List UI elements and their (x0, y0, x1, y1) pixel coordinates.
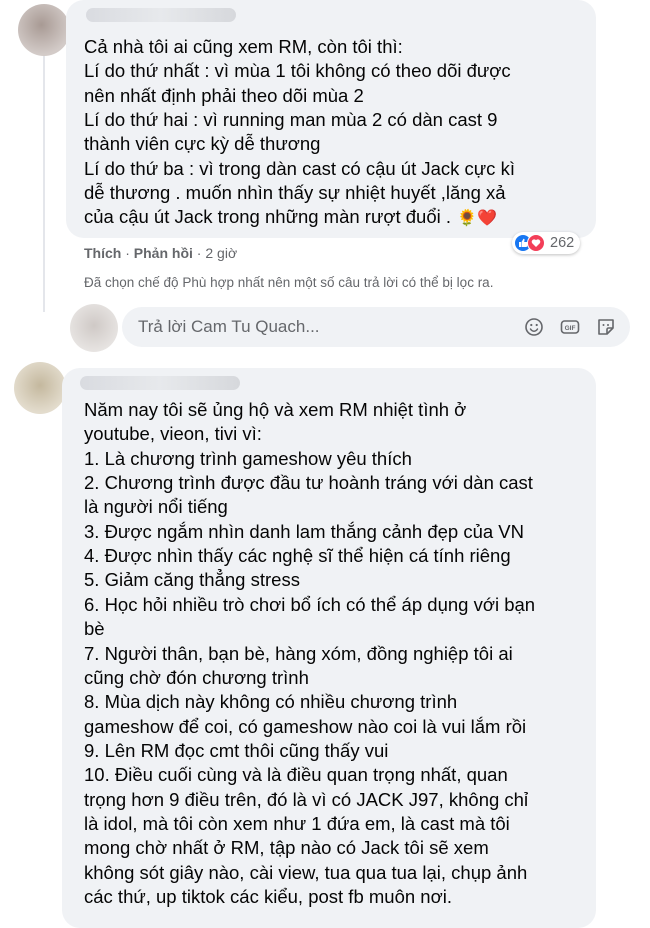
comment-emojis: 🌻❤️ (457, 210, 497, 228)
comment-line: youtube, vieon, tivi vì: (84, 422, 262, 446)
comment-line-text: 5. Giảm căng thẳng stress (84, 569, 300, 591)
comment-line: 8. Mùa dịch này không có nhiều chương tr… (84, 690, 457, 714)
separator: · (121, 245, 134, 261)
comment-line: là idol, mà tôi còn xem như 1 đứa em, là… (84, 812, 510, 836)
comment-line-text: mong chờ nhất ở RM, tập nào có Jack tôi … (84, 837, 489, 859)
reply-placeholder: Trả lời Cam Tu Quach... (138, 317, 320, 336)
svg-text:GIF: GIF (565, 325, 576, 332)
comment-line-text: 9. Lên RM đọc cmt thôi cũng thấy vui (84, 739, 389, 761)
comment-line-text: là idol, mà tôi còn xem như 1 đứa em, là… (84, 812, 510, 834)
comment-line-text: Cả nhà tôi ai cũng xem RM, còn tôi thì: (84, 36, 403, 57)
comment-line: 3. Được ngắm nhìn danh lam thắng cảnh đẹ… (84, 520, 524, 544)
comment-line-text: bè (84, 618, 105, 640)
comment-line: không sót giây nào, cài view, tua qua tu… (84, 861, 527, 885)
comment-line: của cậu út Jack trong những màn rượt đuổ… (84, 205, 497, 231)
comment-time[interactable]: 2 giờ (205, 245, 237, 261)
comment-line-text: gameshow để coi, có gameshow nào coi là … (84, 715, 527, 737)
comment-line: Cả nhà tôi ai cũng xem RM, còn tôi thì: (84, 35, 403, 59)
comment-line-text: 8. Mùa dịch này không có nhiều chương tr… (84, 691, 458, 713)
comment-line-text: 6. Học hỏi nhiều trò chơi bổ ích có thể … (84, 593, 536, 615)
comment-line: Năm nay tôi sẽ ủng hộ và xem RM nhiệt tì… (84, 398, 466, 422)
comment-line: 10. Điều cuối cùng và là điều quan trọng… (84, 763, 508, 787)
comment-line: gameshow để coi, có gameshow nào coi là … (84, 715, 526, 739)
comment-line-text: Lí do thứ hai : vì running man mùa 2 có … (84, 108, 498, 130)
reply-input[interactable]: Trả lời Cam Tu Quach... GIF (122, 307, 630, 347)
like-button[interactable]: Thích (84, 245, 121, 261)
comment-line-text: cũng chờ đón chương trình (84, 666, 309, 688)
comment-line: Lí do thứ nhất : vì mùa 1 tôi không có t… (84, 59, 511, 83)
comment-line-text: thành viên cực kỳ dễ thương (84, 133, 321, 155)
comment-line-text: 3. Được ngắm nhìn danh lam thắng cảnh đẹ… (84, 520, 525, 542)
comment-line-text: Lí do thứ nhất : vì mùa 1 tôi không có t… (84, 60, 511, 82)
comment-line: 9. Lên RM đọc cmt thôi cũng thấy vui (84, 739, 388, 763)
comment-line-text: Năm nay tôi sẽ ủng hộ và xem RM nhiệt tì… (84, 399, 467, 420)
commenter-name-blurred[interactable] (86, 8, 236, 22)
reaction-summary[interactable]: 262 (512, 232, 581, 254)
comment-line: 1. Là chương trình gameshow yêu thích (84, 447, 412, 471)
comment-line: 2. Chương trình được đầu tư hoành tráng … (84, 471, 533, 495)
filter-note: Đã chọn chế độ Phù hợp nhất nên một số c… (84, 275, 494, 290)
comment-line-text: Lí do thứ ba : vì trong dàn cast có cậu … (84, 157, 515, 179)
comment-line-text: 7. Người thân, bạn bè, hàng xóm, đồng ng… (84, 642, 513, 664)
comment-line: 6. Học hỏi nhiều trò chơi bổ ích có thể … (84, 593, 535, 617)
comment-line: mong chờ nhất ở RM, tập nào có Jack tôi … (84, 836, 489, 860)
reply-button[interactable]: Phản hồi (134, 245, 193, 261)
comment-line-text: 4. Được nhìn thấy các nghệ sĩ thể hiện c… (84, 545, 511, 567)
comment-line: Lí do thứ hai : vì running man mùa 2 có … (84, 108, 497, 132)
comment-line-text: 10. Điều cuối cùng và là điều quan trọng… (84, 764, 508, 786)
current-user-avatar (70, 304, 118, 352)
comment-line-text: 2. Chương trình được đầu tư hoành tráng … (84, 472, 533, 494)
comment-line: bè (84, 617, 105, 641)
commenter-name-blurred[interactable] (80, 376, 240, 390)
commenter-avatar[interactable] (18, 4, 70, 56)
emoji-icon[interactable] (524, 317, 544, 337)
comment-line-text: youtube, vieon, tivi vì: (84, 423, 262, 445)
comment-line-text: trọng hơn 9 điều trên, đó là vì có JACK … (84, 788, 529, 810)
comment-line: cũng chờ đón chương trình (84, 666, 309, 690)
comment-line: là người nổi tiếng (84, 495, 228, 519)
comment-line: 4. Được nhìn thấy các nghệ sĩ thể hiện c… (84, 544, 511, 568)
comment-line-text: là người nổi tiếng (84, 496, 228, 518)
comment-line-text: các thứ, up tiktok các kiểu, post fb muô… (84, 886, 452, 907)
comment-line: trọng hơn 9 điều trên, đó là vì có JACK … (84, 788, 528, 812)
comment-line-text: dễ thương . muốn nhìn thấy sự nhiệt huyế… (84, 181, 506, 203)
comment-line: 5. Giảm căng thẳng stress (84, 568, 300, 592)
comment-line-text: của cậu út Jack trong những màn rượt đuổ… (84, 206, 452, 228)
comment-line: nên nhất định phải theo dõi mùa 2 (84, 84, 364, 108)
comment-line: thành viên cực kỳ dễ thương (84, 132, 320, 156)
commenter-avatar[interactable] (14, 362, 66, 414)
thread-line (43, 52, 45, 312)
comment-line: Lí do thứ ba : vì trong dàn cast có cậu … (84, 157, 515, 181)
comment-line-text: nên nhất định phải theo dõi mùa 2 (84, 84, 364, 106)
love-reaction-icon (527, 234, 545, 252)
reaction-count: 262 (550, 235, 575, 251)
gif-icon[interactable]: GIF (560, 317, 580, 337)
comment-line: các thứ, up tiktok các kiểu, post fb muô… (84, 885, 452, 909)
comment-line-text: không sót giây nào, cài view, tua qua tu… (84, 861, 528, 883)
comment-line: dễ thương . muốn nhìn thấy sự nhiệt huyế… (84, 181, 506, 205)
comment-line: 7. Người thân, bạn bè, hàng xóm, đồng ng… (84, 642, 513, 666)
comment-line-text: 1. Là chương trình gameshow yêu thích (84, 447, 412, 469)
separator: · (192, 245, 206, 261)
sticker-icon[interactable] (596, 317, 616, 337)
comment-actions: Thích · Phản hồi · 2 giờ (84, 245, 237, 261)
